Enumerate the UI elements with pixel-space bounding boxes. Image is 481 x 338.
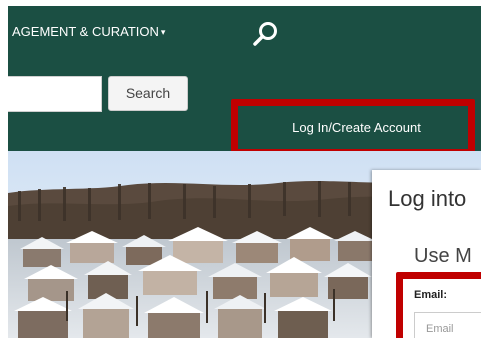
search-input[interactable] xyxy=(8,76,102,112)
screenshot-frame: AGEMENT & CURATION ▾ Search Log In/Create… xyxy=(0,0,481,338)
page-left-margin xyxy=(0,0,8,338)
email-placeholder: Email xyxy=(426,323,454,335)
search-button[interactable]: Search xyxy=(108,76,188,111)
nav-menu-management-curation[interactable]: AGEMENT & CURATION ▾ xyxy=(12,24,165,39)
nav-menu-label: AGEMENT & CURATION xyxy=(12,24,159,39)
search-icon-graphic xyxy=(253,22,277,46)
login-panel-subtitle: Use M xyxy=(414,245,472,267)
chevron-down-icon: ▾ xyxy=(160,27,166,37)
search-icon[interactable] xyxy=(248,18,282,52)
login-panel-title: Log into xyxy=(388,186,467,211)
email-label: Email: xyxy=(414,289,448,301)
login-create-account-link[interactable]: Log In/Create Account xyxy=(244,112,469,144)
